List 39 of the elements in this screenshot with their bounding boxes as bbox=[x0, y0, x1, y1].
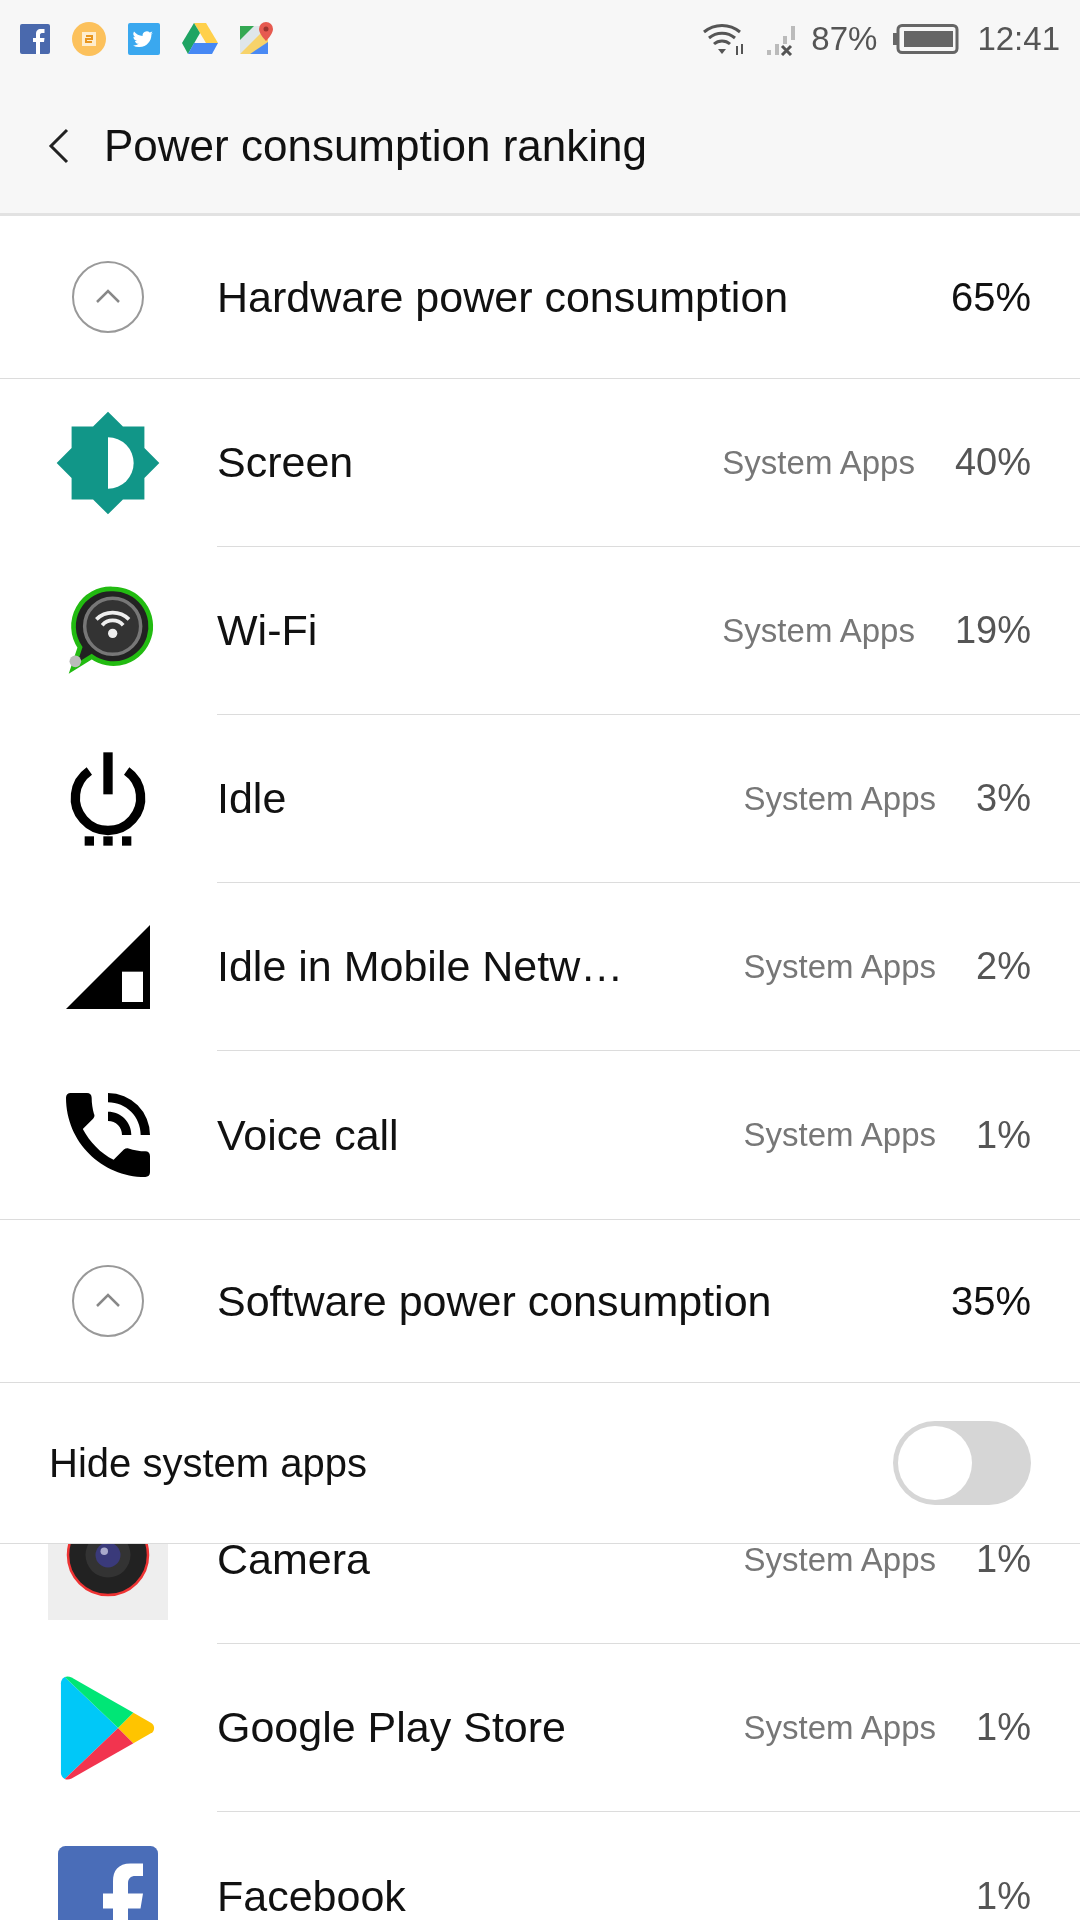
battery-icon bbox=[893, 24, 960, 54]
row-percent: 1% bbox=[976, 1873, 1031, 1919]
section-title: Software power consumption bbox=[217, 1275, 773, 1327]
row-percent: 19% bbox=[954, 608, 1031, 653]
row-category: System Apps bbox=[743, 946, 937, 987]
map-icon bbox=[240, 22, 274, 56]
row-title: Wi-Fi bbox=[217, 605, 319, 657]
row-category: System Apps bbox=[743, 1707, 937, 1748]
slides-icon bbox=[72, 22, 106, 56]
section-percent: 35% bbox=[950, 1278, 1031, 1325]
row-title: Camera bbox=[217, 1544, 371, 1586]
row-percent: 3% bbox=[976, 776, 1031, 821]
row-percent: 40% bbox=[954, 440, 1031, 485]
bird-icon bbox=[128, 23, 160, 55]
battery-percent: 87% bbox=[811, 19, 878, 60]
row-title: Screen bbox=[217, 437, 355, 489]
row-title: Google Play Store bbox=[217, 1702, 567, 1754]
row-category: System Apps bbox=[722, 442, 915, 483]
row-category: System Apps bbox=[722, 610, 915, 651]
row-percent: 1% bbox=[976, 1112, 1031, 1158]
row-title: Idle in Mobile Netw… bbox=[217, 941, 625, 993]
clock: 12:41 bbox=[977, 19, 1060, 60]
row-title: Facebook bbox=[217, 1870, 407, 1920]
section-percent: 65% bbox=[950, 274, 1031, 321]
row-percent: 1% bbox=[976, 1544, 1031, 1582]
collapse-icon[interactable] bbox=[70, 260, 145, 334]
row-percent: 2% bbox=[976, 944, 1031, 989]
collapse-icon[interactable] bbox=[70, 1264, 145, 1338]
facebook-icon bbox=[20, 24, 50, 54]
row-category: System Apps bbox=[743, 1544, 937, 1580]
row-title: Idle bbox=[217, 773, 288, 825]
hide-system-apps-label: Hide system apps bbox=[49, 1440, 368, 1487]
row-category: System Apps bbox=[743, 778, 937, 819]
drive-icon bbox=[182, 23, 218, 55]
row-title: Voice call bbox=[217, 1109, 400, 1161]
row-category: System Apps bbox=[743, 1115, 937, 1156]
page-title: Power consumption ranking bbox=[104, 119, 647, 172]
section-title: Hardware power consumption bbox=[217, 271, 790, 323]
row-percent: 1% bbox=[976, 1705, 1031, 1750]
